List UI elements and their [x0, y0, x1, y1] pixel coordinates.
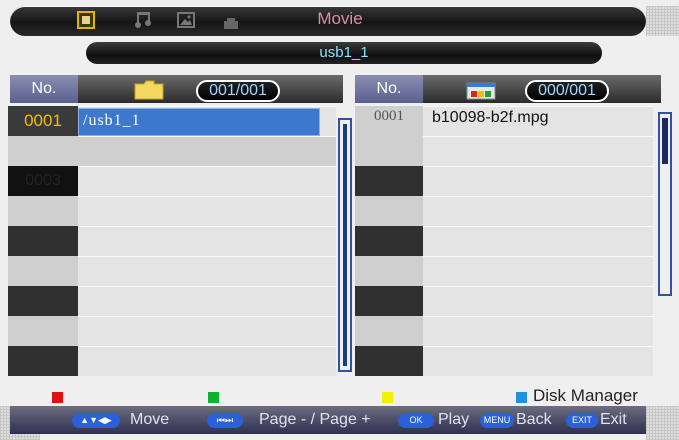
music-icon[interactable] [134, 11, 152, 29]
media-type-title: Movie [317, 9, 363, 28]
yellow-key [382, 392, 393, 403]
page-hint: Page - / Page + [259, 411, 371, 428]
skip-key-icon: ⏮⏭ [207, 413, 243, 428]
right-name-column [423, 106, 653, 378]
video-file-icon [466, 82, 496, 100]
exit-key: EXIT [566, 413, 598, 428]
blue-key[interactable] [516, 392, 527, 403]
left-name-column [78, 106, 336, 378]
green-key [208, 392, 219, 403]
move-hint: Move [130, 411, 170, 428]
right-scrollbar-thumb[interactable] [662, 118, 668, 164]
list-item-number: 0003 [25, 172, 61, 189]
right-scrollbar[interactable] [658, 112, 672, 296]
arrows-key-icon: ▲▼◀▶ [72, 413, 120, 428]
file-item-number[interactable]: 0001 [355, 104, 423, 128]
list-item-selected[interactable]: /usb1_1 [78, 108, 320, 136]
right-no-header: No. [355, 75, 423, 103]
left-number-column [8, 106, 78, 378]
photo-icon[interactable] [177, 12, 195, 28]
folder-icon [134, 80, 164, 100]
ok-key: OK [398, 413, 434, 428]
list-item-selected-number[interactable]: 0001 [8, 106, 78, 136]
menu-key: MENU [480, 413, 514, 428]
file-item-name[interactable]: b10098-b2f.mpg [432, 106, 632, 130]
play-hint: Play [438, 411, 470, 428]
exit-hint: Exit [600, 411, 627, 428]
right-number-column [355, 106, 423, 378]
right-item-counter: 000/001 [525, 80, 609, 102]
disk-manager-label[interactable]: Disk Manager [533, 386, 638, 406]
corner-texture-top [646, 6, 679, 36]
movie-icon[interactable] [77, 11, 95, 29]
left-scrollbar-thumb[interactable] [343, 124, 347, 366]
folder-path-label: /usb1_1 [83, 112, 141, 129]
left-item-counter: 001/001 [196, 80, 280, 102]
left-scrollbar[interactable] [338, 118, 352, 372]
left-no-header: No. [10, 75, 78, 103]
corner-texture-bottom-right [646, 406, 679, 440]
back-hint: Back [516, 411, 552, 428]
current-path: usb1_1 [319, 44, 369, 61]
red-key [52, 392, 63, 403]
text-icon[interactable] [222, 16, 240, 29]
